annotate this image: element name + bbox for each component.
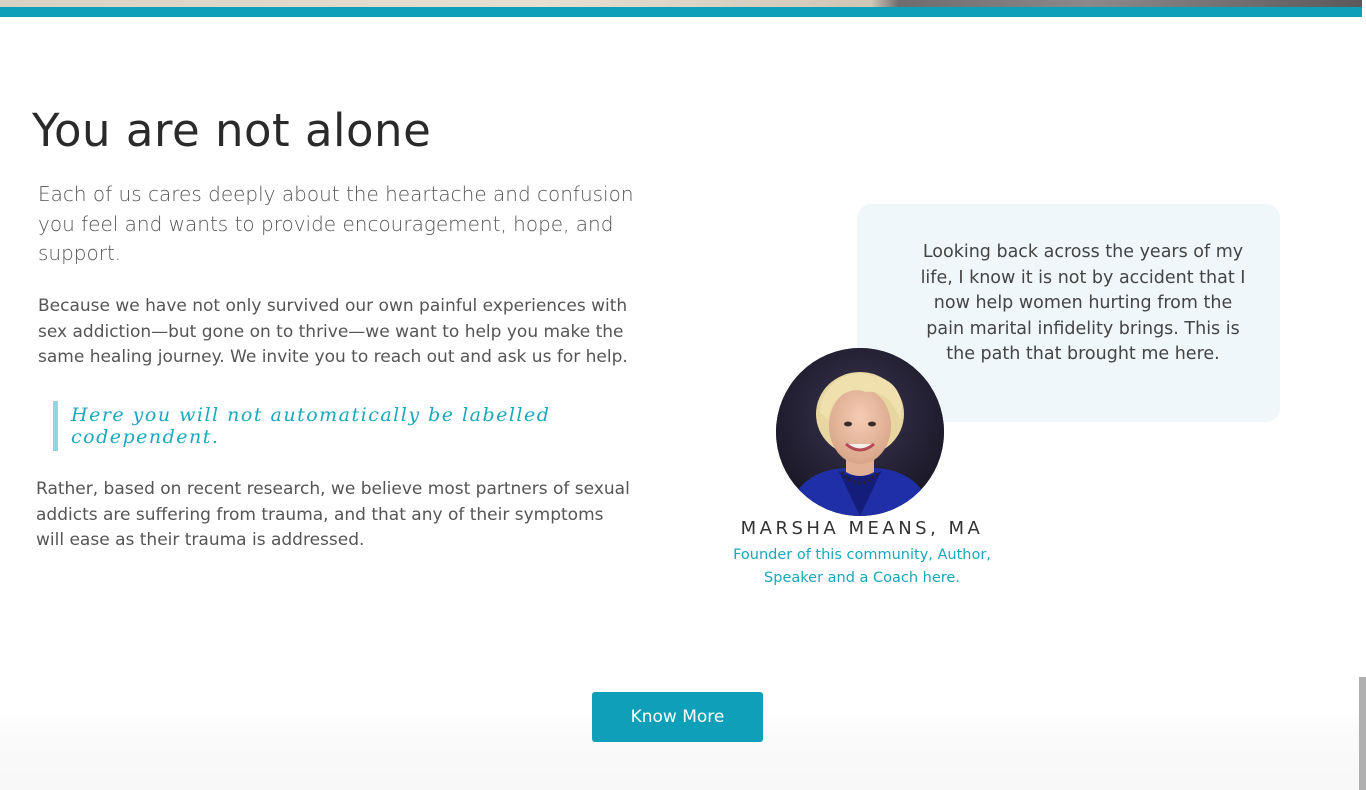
pull-quote-text: Here you will not automatically be label… — [71, 404, 551, 448]
accent-divider — [0, 7, 1362, 17]
author-avatar — [776, 348, 944, 516]
author-role: Founder of this community, Author, Speak… — [733, 547, 991, 586]
scrollbar-thumb[interactable] — [1359, 677, 1366, 790]
scrollbar-track[interactable] — [1362, 0, 1366, 790]
know-more-button[interactable]: Know More — [592, 692, 763, 742]
author-name: MARSHA MEANS, MA — [740, 518, 984, 539]
lead-text: Each of us cares deeply about the hearta… — [38, 182, 634, 265]
page: You are not alone Each of us cares deepl… — [0, 0, 1366, 790]
body-paragraph: Because we have not only survived our ow… — [38, 296, 628, 367]
testimonial-quote: Looking back across the years of my life… — [920, 242, 1246, 364]
body-paragraph-2: Rather, based on recent research, we bel… — [36, 479, 630, 550]
pull-quote: Here you will not automatically be label… — [53, 401, 643, 451]
section-heading: You are not alone — [32, 104, 432, 157]
author-portrait — [776, 348, 944, 516]
hero-image-strip — [0, 0, 1362, 7]
